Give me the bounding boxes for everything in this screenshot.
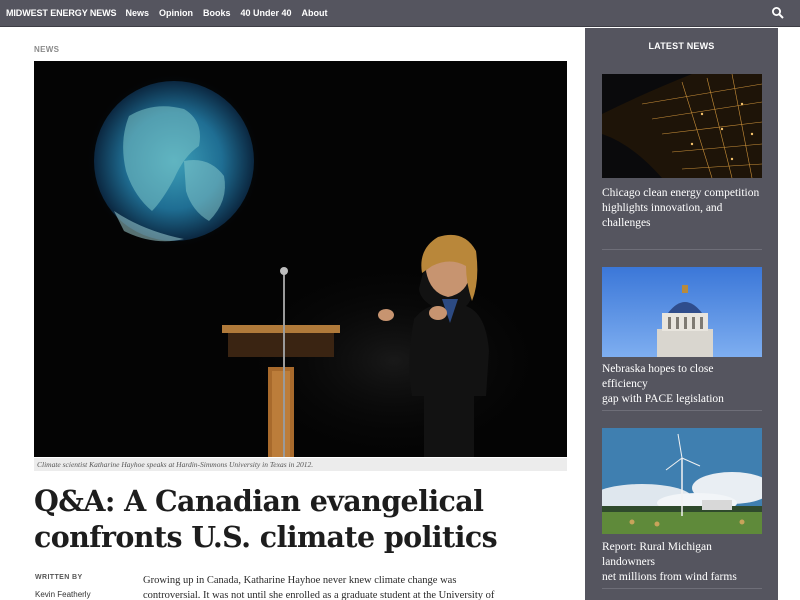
body-line-1: Growing up in Canada, Katharine Hayhoe n… (143, 575, 457, 586)
body-line-2: controversial. It was not until she enro… (143, 590, 495, 600)
search-icon[interactable] (771, 6, 785, 20)
section-label[interactable]: NEWS (34, 45, 59, 54)
headline-text: challenges (602, 217, 651, 229)
latest-news-sidebar: LATEST NEWS Chicago clean energy competi… (585, 28, 778, 600)
headline-line-1: Q&A: A Canadian evangelical (34, 484, 484, 518)
news-thumbnail-nebraska[interactable] (602, 267, 762, 357)
headline-text: Nebraska hopes to close efficiency (602, 363, 714, 390)
headline-text: net millions from wind farms (602, 571, 737, 583)
news-thumbnail-michigan[interactable] (602, 428, 762, 534)
written-by-label: WRITTEN BY (35, 574, 83, 581)
news-headline-michigan[interactable]: Report: Rural Michigan landowners net mi… (602, 540, 762, 585)
news-thumbnail-chicago[interactable] (602, 74, 762, 178)
nav-link-40-under-40[interactable]: 40 Under 40 (240, 8, 291, 18)
headline-text: Report: Rural Michigan landowners (602, 541, 712, 568)
sidebar-title: LATEST NEWS (648, 41, 715, 51)
nav-link-news[interactable]: News (125, 8, 149, 18)
headline-line-2: confronts U.S. climate politics (34, 520, 498, 554)
image-caption: Climate scientist Katharine Hayhoe speak… (34, 458, 567, 471)
hero-image (34, 61, 567, 457)
news-headline-chicago[interactable]: Chicago clean energy competition highlig… (602, 186, 762, 231)
site-logo[interactable]: MIDWEST ENERGY NEWS (6, 8, 117, 18)
author-name[interactable]: Kevin Featherly (35, 590, 91, 599)
top-navigation: MIDWEST ENERGY NEWS News Opinion Books 4… (0, 0, 800, 27)
headline-text: Chicago clean energy competition (602, 187, 760, 199)
headline-text: highlights innovation, and (602, 202, 723, 214)
divider (602, 588, 762, 589)
article-body: Growing up in Canada, Katharine Hayhoe n… (143, 573, 513, 600)
divider (602, 410, 762, 411)
headline-text: gap with PACE legislation (602, 393, 724, 405)
news-headline-nebraska[interactable]: Nebraska hopes to close efficiency gap w… (602, 362, 762, 407)
nav-link-about[interactable]: About (302, 8, 328, 18)
nav-link-books[interactable]: Books (203, 8, 231, 18)
article-headline: Q&A: A Canadian evangelical confronts U.… (34, 483, 554, 555)
nav-link-opinion[interactable]: Opinion (159, 8, 193, 18)
divider (602, 249, 762, 250)
